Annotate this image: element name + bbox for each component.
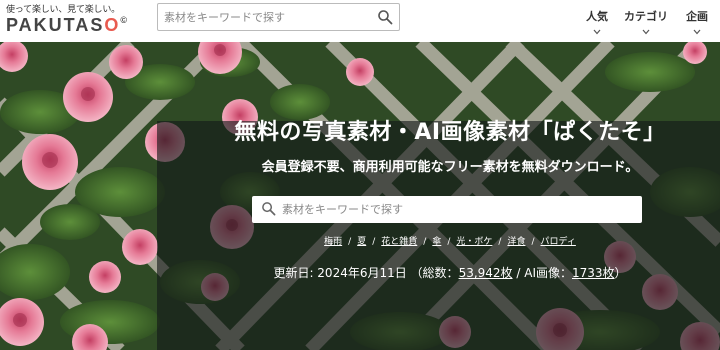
tag-separator: / — [531, 237, 535, 247]
tag-separator: / — [423, 237, 427, 247]
header-search-input[interactable] — [164, 7, 369, 27]
nav-popular-label: 人気 — [586, 10, 608, 23]
hero-subtitle: 会員登録不要、商用利用可能なフリー素材を無料ダウンロード。 — [261, 160, 639, 175]
popular-tags: 梅雨 / 夏 / 花と雑貨 / 傘 / 光・ボケ / 洋食 / パロディ — [180, 234, 720, 247]
tag-separator: / — [498, 237, 502, 247]
tag-link[interactable]: 傘 — [432, 237, 441, 247]
nav-popular[interactable]: 人気 — [584, 8, 610, 38]
hero-search-box — [252, 196, 642, 223]
tag-link[interactable]: 梅雨 — [324, 237, 342, 247]
hero-search-input[interactable] — [282, 200, 632, 219]
logo-tagline: 使って楽しい、見て楽しい。 — [6, 5, 120, 15]
hero-title: 無料の写真素材・AI画像素材「ぱくたそ」 — [234, 120, 666, 145]
logo-wordmark: PAKUTASO© — [6, 15, 127, 35]
nav-planning[interactable]: 企画 — [684, 8, 710, 38]
header-search-box — [157, 3, 400, 31]
ai-count-link[interactable]: 1733枚 — [572, 266, 615, 280]
chevron-down-icon — [693, 29, 701, 35]
total-count-link[interactable]: 53,942枚 — [459, 266, 513, 280]
tag-separator: / — [372, 237, 376, 247]
chevron-down-icon — [642, 29, 650, 35]
update-suffix: ） — [614, 266, 627, 280]
site-header: 使って楽しい、見て楽しい。 PAKUTASO© 人気 カテゴリ 企画 — [0, 0, 720, 42]
tag-separator: / — [348, 237, 352, 247]
tag-link[interactable]: パロディ — [541, 237, 576, 247]
tag-separator: / — [447, 237, 451, 247]
tag-link[interactable]: 夏 — [357, 237, 366, 247]
nav-category-label: カテゴリ — [624, 10, 668, 23]
tag-link[interactable]: 花と雑貨 — [381, 237, 417, 247]
ai-label: / AI画像： — [512, 266, 572, 280]
site-logo[interactable]: 使って楽しい、見て楽しい。 PAKUTASO© — [6, 2, 136, 38]
search-icon[interactable] — [261, 201, 276, 216]
nav-category[interactable]: カテゴリ — [622, 8, 670, 38]
tag-link[interactable]: 洋食 — [507, 237, 525, 247]
search-icon[interactable] — [377, 9, 393, 25]
nav-planning-label: 企画 — [686, 10, 708, 23]
update-date: 更新日: 2024年6月11日 （総数： — [273, 266, 459, 280]
chevron-down-icon — [593, 29, 601, 35]
tag-link[interactable]: 光・ボケ — [456, 237, 492, 247]
update-info: 更新日: 2024年6月11日 （総数：53,942枚 / AI画像：1733枚… — [180, 264, 720, 281]
